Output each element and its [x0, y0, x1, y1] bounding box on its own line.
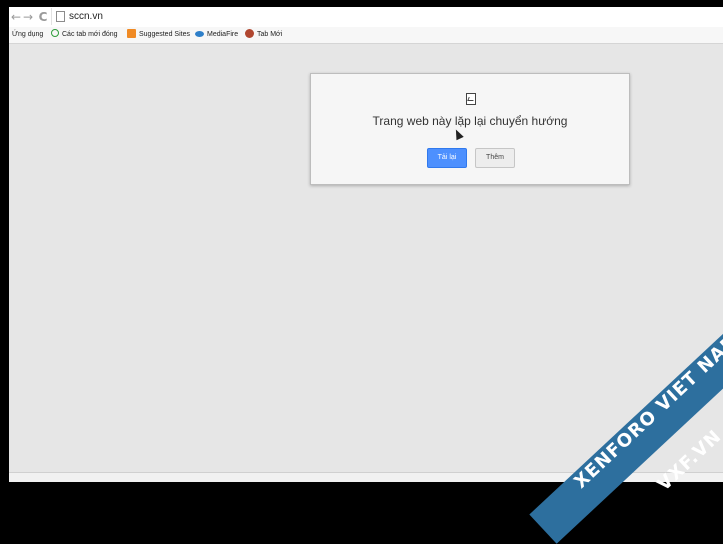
bookmark-label: Các tab mới đóng	[62, 31, 118, 38]
url-text: sccn.vn	[69, 11, 103, 22]
new-tab-icon	[245, 28, 254, 38]
reload-icon[interactable]: C	[36, 9, 50, 25]
forward-icon[interactable]: →	[21, 9, 35, 25]
bookmark-label: MediaFire	[207, 31, 239, 38]
address-bar[interactable]: sccn.vn	[51, 8, 723, 25]
mouse-cursor-icon	[452, 127, 464, 141]
error-title: Trang web này lặp lại chuyển hướng	[372, 114, 568, 128]
more-button[interactable]: Thêm	[475, 148, 515, 168]
bookmark-mediafire[interactable]: MediaFire	[195, 27, 238, 43]
reload-button[interactable]: Tải lại	[427, 148, 467, 168]
bookmark-new-tab[interactable]: Tab Mới	[245, 27, 282, 43]
bookmark-apps[interactable]: Ứng dụng	[12, 27, 43, 43]
bookmark-label: Suggested Sites	[139, 31, 190, 38]
mediafire-icon	[195, 31, 204, 38]
broken-page-icon	[466, 93, 476, 105]
browser-toolbar: ← → C sccn.vn	[9, 7, 723, 27]
bookmark-recent-tabs[interactable]: Các tab mới đóng	[51, 27, 118, 43]
bookmark-label: Tab Mới	[257, 31, 283, 38]
bookmark-label: Ứng dụng	[12, 31, 44, 38]
page-icon	[56, 11, 65, 22]
bookmark-suggested-sites[interactable]: Suggested Sites	[127, 27, 190, 43]
browser-window: ← → C sccn.vn Ứng dụng Các tab mới đóng …	[9, 7, 723, 482]
error-dialog: Trang web này lặp lại chuyển hướng Tải l…	[310, 73, 630, 185]
recent-tabs-icon	[51, 29, 59, 38]
suggested-sites-icon	[127, 28, 136, 38]
bookmarks-bar: Ứng dụng Các tab mới đóng Suggested Site…	[9, 27, 723, 44]
